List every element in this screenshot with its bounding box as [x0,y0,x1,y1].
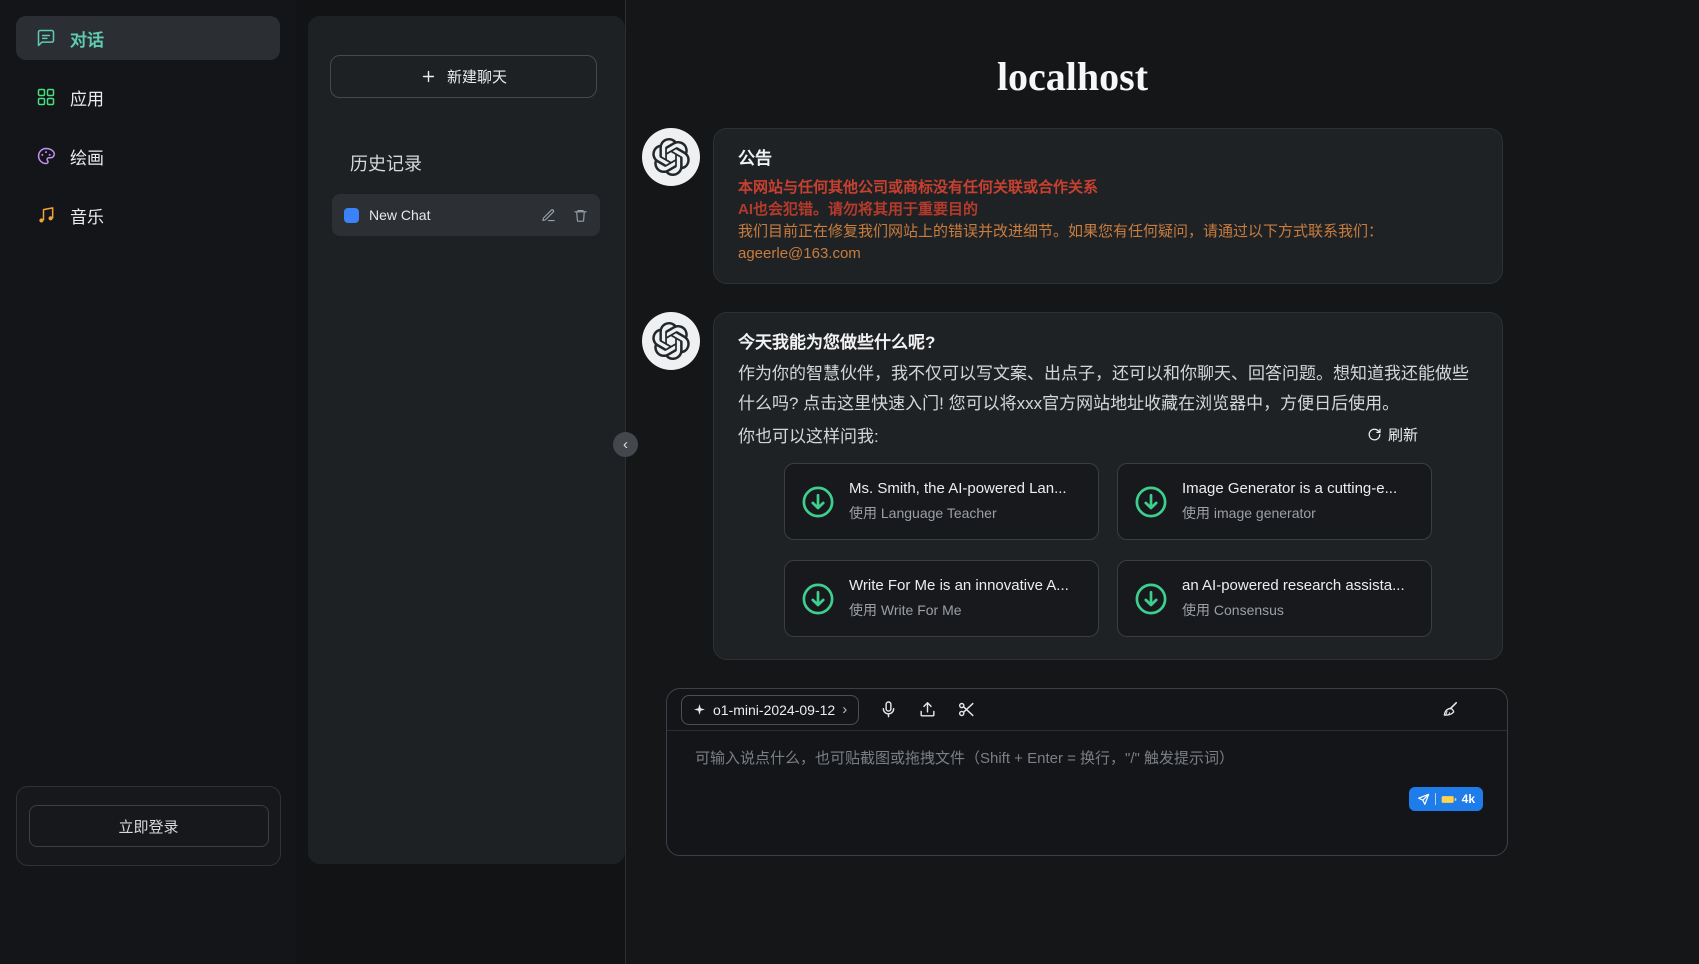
plus-icon [420,68,437,85]
message-announcement: 公告 本网站与任何其他公司或商标没有任何关联或合作关系 AI也会犯错。请勿将其用… [642,128,1503,284]
message-welcome: 今天我能为您做些什么呢? 作为你的智慧伙伴，我不仅可以写文案、出点子，还可以和你… [642,312,1503,660]
sidebar-item-apps[interactable]: 应用 [16,75,280,119]
announcement-bubble: 公告 本网站与任何其他公司或商标没有任何关联或合作关系 AI也会犯错。请勿将其用… [713,128,1503,284]
suggestion-title: Write For Me is an innovative A... [849,577,1069,594]
apps-icon [36,87,56,107]
refresh-label: 刷新 [1388,424,1418,445]
chevron-right-icon: › [842,701,847,718]
delete-icon[interactable] [573,208,588,223]
suggestion-subtitle: 使用 Consensus [1182,600,1405,620]
new-chat-button[interactable]: 新建聊天 [330,55,597,98]
suggestion-title: Image Generator is a cutting-e... [1182,480,1397,497]
model-label: o1-mini-2024-09-12 [713,702,835,718]
openai-logo-icon [652,138,690,176]
sidebar-item-music[interactable]: 音乐 [16,193,280,237]
suggestion-grid: Ms. Smith, the AI-powered Lan... 使用 Lang… [784,463,1432,637]
chat-list-panel: 新建聊天 历史记录 New Chat [308,16,625,864]
welcome-heading: 今天我能为您做些什么呢? [738,331,1478,355]
arrow-down-circle-icon [1133,581,1169,617]
login-button[interactable]: 立即登录 [29,805,269,847]
suggestion-title: Ms. Smith, the AI-powered Lan... [849,480,1067,497]
announcement-line-2: AI也会犯错。请勿将其用于重要目的 [738,199,1478,221]
announcement-line-1: 本网站与任何其他公司或商标没有任何关联或合作关系 [738,177,1478,199]
hint-row: 你也可以这样问我: 刷新 [738,419,1478,449]
arrow-down-circle-icon [800,484,836,520]
sparkle-icon [693,703,706,716]
suggestion-card[interactable]: Ms. Smith, the AI-powered Lan... 使用 Lang… [784,463,1099,540]
clear-broom-icon[interactable] [1440,700,1459,719]
send-token-badge[interactable]: 4k [1409,787,1483,811]
music-icon [36,205,56,225]
sidebar-item-label: 对话 [70,26,104,51]
openai-logo-icon [652,322,690,360]
sidebar-nav: 对话 应用 绘画 音乐 [16,16,280,237]
assistant-avatar [642,128,700,186]
chat-icon [36,28,56,48]
token-count: 4k [1462,792,1475,806]
sidebar-item-label: 应用 [70,85,104,110]
scissors-icon[interactable] [957,700,976,719]
refresh-icon [1367,427,1382,442]
chat-column: localhost 公告 本网站与任何其他公司或商标没有任何关联或合作关系 AI… [642,0,1503,660]
arrow-down-circle-icon [800,581,836,617]
composer: o1-mini-2024-09-12 › 4k [666,688,1508,856]
main-chat-area: ‹ localhost 公告 本网站与任何其他公司或商标没有任何关联或合作关系 … [625,0,1699,964]
suggestion-texts: Image Generator is a cutting-e... 使用 ima… [1182,480,1397,523]
suggestion-texts: an AI-powered research assista... 使用 Con… [1182,577,1405,620]
sidebar: 对话 应用 绘画 音乐 立即登录 [0,0,296,964]
announcement-heading: 公告 [738,147,1478,171]
chat-item-color-icon [344,208,359,223]
hint-text: 你也可以这样问我: [738,422,879,447]
suggestion-title: an AI-powered research assista... [1182,577,1405,594]
suggestion-card[interactable]: Image Generator is a cutting-e... 使用 ima… [1117,463,1432,540]
composer-toolbar: o1-mini-2024-09-12 › [667,689,1507,731]
sidebar-item-label: 绘画 [70,144,104,169]
contact-email-link[interactable]: ageerle@163.com [738,243,861,265]
badge-divider [1435,793,1436,805]
suggestion-card[interactable]: Write For Me is an innovative A... 使用 Wr… [784,560,1099,637]
login-box: 立即登录 [16,786,281,866]
model-selector[interactable]: o1-mini-2024-09-12 › [681,695,859,725]
arrow-down-circle-icon [1133,484,1169,520]
new-chat-label: 新建聊天 [447,66,507,87]
suggestion-subtitle: 使用 Language Teacher [849,503,1067,523]
page-title: localhost [642,54,1503,100]
suggestion-card[interactable]: an AI-powered research assista... 使用 Con… [1117,560,1432,637]
chat-list-item[interactable]: New Chat [332,194,600,236]
history-title: 历史记录 [350,150,422,176]
sidebar-item-drawing[interactable]: 绘画 [16,134,280,178]
suggestion-texts: Write For Me is an innovative A... 使用 Wr… [849,577,1069,620]
welcome-bubble: 今天我能为您做些什么呢? 作为你的智慧伙伴，我不仅可以写文案、出点子，还可以和你… [713,312,1503,660]
microphone-icon[interactable] [879,700,898,719]
sidebar-item-chat[interactable]: 对话 [16,16,280,60]
edit-icon[interactable] [541,208,556,223]
suggestion-subtitle: 使用 image generator [1182,503,1397,523]
suggestion-subtitle: 使用 Write For Me [849,600,1069,620]
assistant-avatar [642,312,700,370]
sidebar-item-label: 音乐 [70,203,104,228]
chat-item-title: New Chat [369,207,531,223]
welcome-body: 作为你的智慧伙伴，我不仅可以写文案、出点子，还可以和你聊天、回答问题。想知道我还… [738,359,1478,419]
suggestion-texts: Ms. Smith, the AI-powered Lan... 使用 Lang… [849,480,1067,523]
announcement-line-3: 我们目前正在修复我们网站上的错误并改进细节。如果您有任何疑问，请通过以下方式联系… [738,221,1478,243]
message-input[interactable] [667,731,1507,829]
collapse-sidebar-button[interactable]: ‹ [613,432,638,457]
upload-icon[interactable] [918,700,937,719]
refresh-button[interactable]: 刷新 [1367,424,1418,445]
paper-plane-icon [1417,793,1430,806]
palette-icon [36,146,56,166]
battery-icon [1441,794,1457,805]
